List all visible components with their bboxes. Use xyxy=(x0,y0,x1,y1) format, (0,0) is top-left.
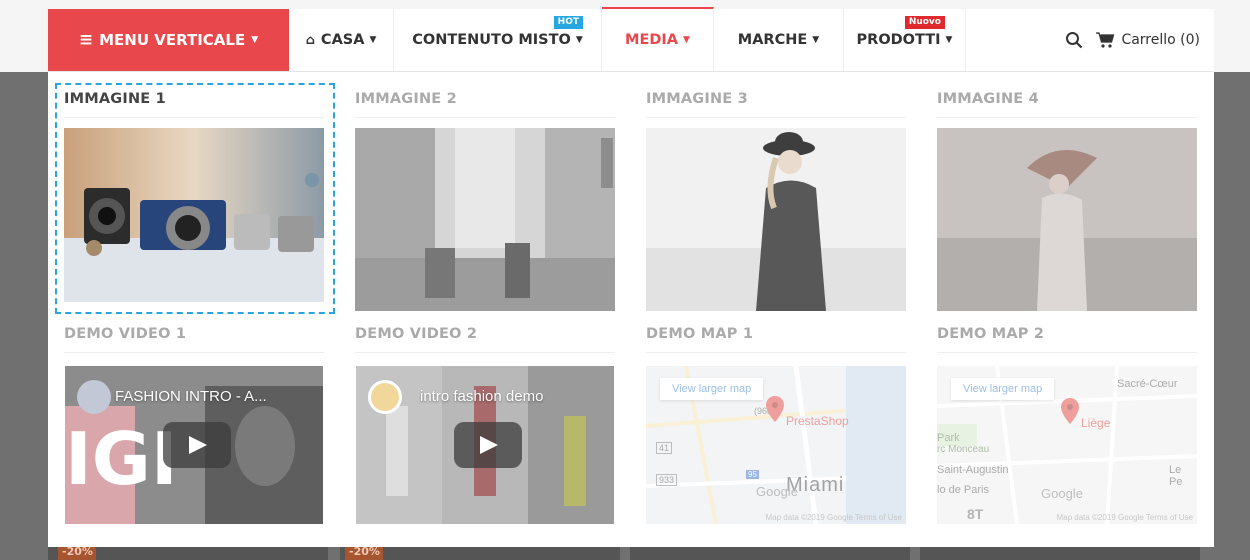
nav-label: MARCHE xyxy=(737,32,808,48)
nav-label: CONTENUTO MISTO xyxy=(412,32,571,48)
column-title: IMMAGINE 2 xyxy=(355,80,615,118)
cart-label: Carrello (0) xyxy=(1121,32,1200,48)
map-embed-2[interactable]: View larger map Sacré-Cœur Park rc Monce… xyxy=(937,366,1197,524)
map-column-2: DEMO MAP 2 xyxy=(937,315,1197,353)
cart-icon xyxy=(1095,31,1115,49)
play-button[interactable] xyxy=(454,422,522,468)
vertical-menu-button[interactable]: ≡ MENU VERTICALE ▼ xyxy=(48,9,289,71)
header: ≡ MENU VERTICALE ▼ ⌂ CASA ▼ HOT CONTENUTO… xyxy=(0,0,1250,72)
column-title: IMMAGINE 3 xyxy=(646,80,906,118)
video-player-1[interactable]: IGI FASHION INTRO - A... xyxy=(65,366,323,524)
map-fade xyxy=(937,366,1197,524)
chevron-down-icon: ▼ xyxy=(945,35,953,45)
column-title: IMMAGINE 4 xyxy=(937,80,1197,118)
image-column-4: IMMAGINE 4 xyxy=(937,80,1197,118)
chevron-down-icon: ▼ xyxy=(683,35,690,45)
chevron-down-icon: ▼ xyxy=(575,35,583,45)
column-title: DEMO MAP 1 xyxy=(646,315,906,353)
column-title: IMMAGINE 1 xyxy=(64,80,324,118)
map-fade xyxy=(646,366,906,524)
video-title[interactable]: FASHION INTRO - A... xyxy=(115,388,267,405)
girl-hair-image[interactable] xyxy=(937,128,1197,311)
column-title: DEMO VIDEO 2 xyxy=(355,315,615,353)
main-nav: ≡ MENU VERTICALE ▼ ⌂ CASA ▼ HOT CONTENUTO… xyxy=(48,7,1214,72)
video-player-2[interactable]: intro fashion demo xyxy=(356,366,614,524)
hamburger-icon: ≡ xyxy=(78,30,94,50)
home-icon: ⌂ xyxy=(305,32,315,48)
new-badge: Nuovo xyxy=(904,16,945,29)
nav-item-casa[interactable]: ⌂ CASA ▼ xyxy=(289,9,394,71)
nav-item-media[interactable]: MEDIA ▼ xyxy=(602,7,714,71)
column-title: DEMO MAP 2 xyxy=(937,315,1197,353)
video-title[interactable]: intro fashion demo xyxy=(420,388,543,405)
vertical-menu-label: MENU VERTICALE xyxy=(99,31,246,49)
channel-avatar xyxy=(77,380,111,414)
nav-label: MEDIA xyxy=(625,32,679,48)
chevron-down-icon: ▼ xyxy=(369,35,377,45)
channel-avatar xyxy=(368,380,402,414)
header-tools: Carrello (0) xyxy=(966,9,1214,71)
nav-item-contenuto-misto[interactable]: HOT CONTENUTO MISTO ▼ xyxy=(394,9,602,71)
column-title: DEMO VIDEO 1 xyxy=(64,315,324,353)
cameras-image[interactable] xyxy=(64,128,324,302)
media-mega-menu: IMMAGINE 1 IMMAGINE 2 IMMAGINE 3 IMMAGIN… xyxy=(48,72,1214,547)
image-column-1: IMMAGINE 1 xyxy=(64,80,324,118)
svg-text:IGI: IGI xyxy=(65,417,178,501)
search-icon[interactable] xyxy=(1065,31,1083,49)
hot-badge: HOT xyxy=(553,16,583,29)
woman-hat-image[interactable] xyxy=(646,128,906,311)
play-button[interactable] xyxy=(163,422,231,468)
chevron-down-icon: ▼ xyxy=(812,35,820,45)
nav-item-prodotti[interactable]: Nuovo PRODOTTI ▼ xyxy=(844,9,966,71)
nav-item-marche[interactable]: MARCHE ▼ xyxy=(714,9,844,71)
image-column-3: IMMAGINE 3 xyxy=(646,80,906,118)
chevron-down-icon: ▼ xyxy=(251,35,259,45)
image-column-2: IMMAGINE 2 xyxy=(355,80,615,118)
street-image[interactable] xyxy=(355,128,615,311)
map-column-1: DEMO MAP 1 xyxy=(646,315,906,353)
map-embed-1[interactable]: View larger map (968) 41 933 95 PrestaSh… xyxy=(646,366,906,524)
nav-label: PRODOTTI xyxy=(856,32,941,48)
nav-label: CASA xyxy=(320,32,365,48)
cart-button[interactable]: Carrello (0) xyxy=(1095,31,1200,49)
video-column-1: DEMO VIDEO 1 xyxy=(64,315,324,353)
video-column-2: DEMO VIDEO 2 xyxy=(355,315,615,353)
